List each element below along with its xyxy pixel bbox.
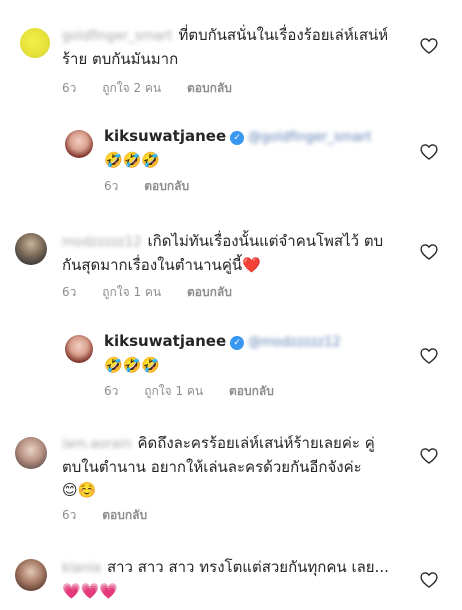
emoji: 💗💗💗 xyxy=(62,582,119,600)
reply-button[interactable]: ตอบกลับ xyxy=(187,81,232,95)
comment-meta: 6ว ถูกใจ 2 คน ตอบกลับ xyxy=(62,79,254,98)
avatar[interactable] xyxy=(65,130,93,158)
like-count[interactable]: ถูกใจ 1 คน xyxy=(144,384,203,398)
avatar[interactable] xyxy=(15,559,47,591)
heart-outline-icon[interactable] xyxy=(419,570,439,590)
timestamp: 6ว xyxy=(104,179,119,193)
timestamp: 6ว xyxy=(62,508,77,522)
emoji: 😊☺️ xyxy=(62,481,97,499)
username[interactable]: goldfinger_smart xyxy=(62,29,172,44)
reply-button[interactable]: ตอบกลับ xyxy=(229,384,274,398)
heart-outline-icon[interactable] xyxy=(419,446,439,466)
heart-outline-icon[interactable] xyxy=(419,36,439,56)
comment-meta: 6ว ถูกใจ 1 คน ตอบกลับ xyxy=(104,382,296,401)
comment-meta: 6ว ตอบกลับ xyxy=(104,177,211,196)
comment-text: goldfinger_smart ที่ตบกันสนั่นในเรื่องร้อ… xyxy=(62,24,392,71)
comment-text: kiksuwatjanee ✓ @modzzzzz12 🤣🤣🤣 xyxy=(104,330,404,377)
avatar[interactable] xyxy=(15,233,47,265)
mention-link[interactable]: @goldfinger_smart xyxy=(248,130,371,145)
username[interactable]: lam.aorain xyxy=(62,437,131,452)
heart-outline-icon[interactable] xyxy=(419,242,439,262)
username[interactable]: modzzzzz12 xyxy=(62,235,142,250)
comment-text: modzzzzz12 เกิดไม่ทันเรื่องนั้นแต่จำคนโพส… xyxy=(62,230,392,277)
emoji: 🤣🤣🤣 xyxy=(104,356,161,374)
avatar[interactable] xyxy=(15,437,47,469)
emoji: ❤️ xyxy=(242,256,261,274)
like-count[interactable]: ถูกใจ 2 คน xyxy=(102,81,161,95)
avatar[interactable] xyxy=(65,335,93,363)
comment-body: สาว สาว สาว ทรงโตแต่สวยกันทุกคน เลย... xyxy=(106,558,389,576)
timestamp: 6ว xyxy=(62,81,77,95)
comment-meta: 6ว ถูกใจ 1 คน ตอบกลับ xyxy=(62,283,254,302)
avatar[interactable] xyxy=(20,28,50,58)
username[interactable]: kiksuwatjanee xyxy=(104,332,226,350)
like-count[interactable]: ถูกใจ 1 คน xyxy=(102,285,161,299)
username[interactable]: klanla xyxy=(62,561,101,576)
username[interactable]: kiksuwatjanee xyxy=(104,127,226,145)
reply-button[interactable]: ตอบกลับ xyxy=(102,508,147,522)
comment-text: klanla สาว สาว สาว ทรงโตแต่สวยกันทุกคน เล… xyxy=(62,556,392,603)
comment-text: kiksuwatjanee ✓ @goldfinger_smart 🤣🤣🤣 xyxy=(104,125,404,172)
timestamp: 6ว xyxy=(104,384,119,398)
emoji: 🤣🤣🤣 xyxy=(104,151,161,169)
reply-button[interactable]: ตอบกลับ xyxy=(144,179,189,193)
comment-text: lam.aorain คิดถึงละครร้อยเล่ห์เสน่ห์ร้ายเ… xyxy=(62,432,392,502)
verified-badge-icon: ✓ xyxy=(230,336,245,350)
mention-link[interactable]: @modzzzzz12 xyxy=(248,335,341,350)
verified-badge-icon: ✓ xyxy=(230,131,245,145)
reply-button[interactable]: ตอบกลับ xyxy=(187,285,232,299)
heart-outline-icon[interactable] xyxy=(419,346,439,366)
timestamp: 6ว xyxy=(62,285,77,299)
heart-outline-icon[interactable] xyxy=(419,142,439,162)
comment-meta: 6ว ตอบกลับ xyxy=(62,506,169,525)
